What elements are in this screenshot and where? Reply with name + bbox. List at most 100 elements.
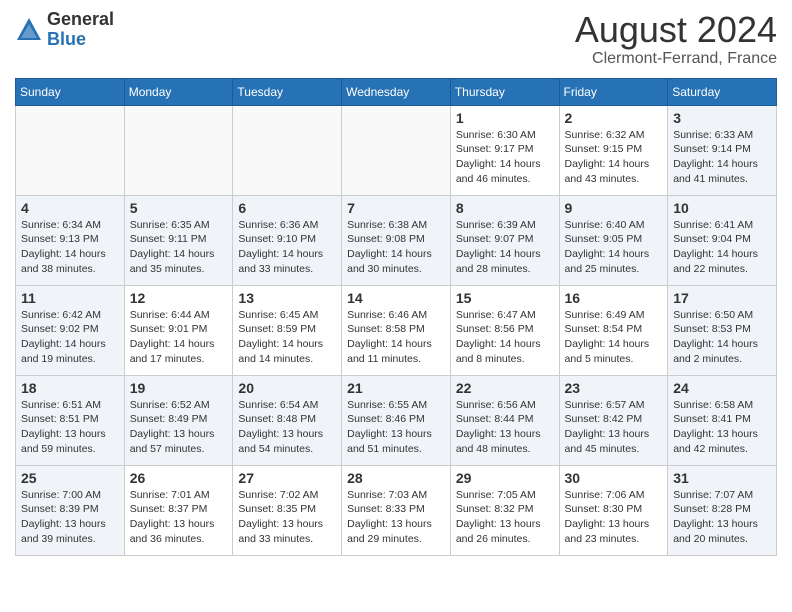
day-info: Sunrise: 7:07 AM Sunset: 8:28 PM Dayligh…	[673, 488, 771, 547]
day-info: Sunrise: 6:46 AM Sunset: 8:58 PM Dayligh…	[347, 308, 445, 367]
day-number: 1	[456, 110, 554, 126]
calendar-cell: 27 Sunrise: 7:02 AM Sunset: 8:35 PM Dayli…	[233, 465, 342, 555]
day-info: Sunrise: 7:06 AM Sunset: 8:30 PM Dayligh…	[565, 488, 663, 547]
day-info: Sunrise: 6:58 AM Sunset: 8:41 PM Dayligh…	[673, 398, 771, 457]
day-number: 28	[347, 470, 445, 486]
calendar-cell: 17Sunrise: 6:50 AM Sunset: 8:53 PM Dayli…	[668, 285, 777, 375]
calendar-cell: 11Sunrise: 6:42 AM Sunset: 9:02 PM Dayli…	[16, 285, 125, 375]
header: General Blue August 2024 Clermont-Ferran…	[15, 10, 777, 68]
day-info: Sunrise: 7:03 AM Sunset: 8:33 PM Dayligh…	[347, 488, 445, 547]
logo-blue-text: Blue	[47, 30, 114, 50]
day-number: 29	[456, 470, 554, 486]
week-row: 11Sunrise: 6:42 AM Sunset: 9:02 PM Dayli…	[16, 285, 777, 375]
calendar-cell: 2 Sunrise: 6:32 AM Sunset: 9:15 PM Daylig…	[559, 105, 668, 195]
calendar-cell: 7Sunrise: 6:38 AM Sunset: 9:08 PM Daylig…	[342, 195, 451, 285]
day-number: 8	[456, 200, 554, 216]
day-of-week-tuesday: Tuesday	[233, 78, 342, 105]
day-info: Sunrise: 7:00 AM Sunset: 8:39 PM Dayligh…	[21, 488, 119, 547]
day-number: 9	[565, 200, 663, 216]
calendar-body: 1 Sunrise: 6:30 AM Sunset: 9:17 PM Daylig…	[16, 105, 777, 555]
calendar-cell: 21 Sunrise: 6:55 AM Sunset: 8:46 PM Dayli…	[342, 375, 451, 465]
calendar-cell: 4Sunrise: 6:34 AM Sunset: 9:13 PM Daylig…	[16, 195, 125, 285]
calendar-cell	[16, 105, 125, 195]
calendar-cell: 30 Sunrise: 7:06 AM Sunset: 8:30 PM Dayli…	[559, 465, 668, 555]
calendar-cell: 14 Sunrise: 6:46 AM Sunset: 8:58 PM Dayli…	[342, 285, 451, 375]
calendar-cell: 12 Sunrise: 6:44 AM Sunset: 9:01 PM Dayli…	[124, 285, 233, 375]
day-info: Sunrise: 6:41 AM Sunset: 9:04 PM Dayligh…	[673, 218, 771, 277]
day-info: Sunrise: 6:30 AM Sunset: 9:17 PM Dayligh…	[456, 128, 554, 187]
day-info: Sunrise: 6:50 AM Sunset: 8:53 PM Dayligh…	[673, 308, 771, 367]
day-number: 14	[347, 290, 445, 306]
calendar-cell: 28 Sunrise: 7:03 AM Sunset: 8:33 PM Dayli…	[342, 465, 451, 555]
logo: General Blue	[15, 10, 114, 50]
calendar-cell: 31Sunrise: 7:07 AM Sunset: 8:28 PM Dayli…	[668, 465, 777, 555]
day-info: Sunrise: 6:32 AM Sunset: 9:15 PM Dayligh…	[565, 128, 663, 187]
calendar-cell: 8 Sunrise: 6:39 AM Sunset: 9:07 PM Daylig…	[450, 195, 559, 285]
day-number: 15	[456, 290, 554, 306]
calendar-cell: 13 Sunrise: 6:45 AM Sunset: 8:59 PM Dayli…	[233, 285, 342, 375]
day-of-week-friday: Friday	[559, 78, 668, 105]
logo-icon	[15, 16, 43, 44]
day-number: 13	[238, 290, 336, 306]
day-info: Sunrise: 6:38 AM Sunset: 9:08 PM Dayligh…	[347, 218, 445, 277]
month-year: August 2024	[575, 10, 777, 50]
day-number: 11	[21, 290, 119, 306]
day-of-week-sunday: Sunday	[16, 78, 125, 105]
day-number: 27	[238, 470, 336, 486]
days-of-week-row: SundayMondayTuesdayWednesdayThursdayFrid…	[16, 78, 777, 105]
day-info: Sunrise: 6:33 AM Sunset: 9:14 PM Dayligh…	[673, 128, 771, 187]
day-number: 10	[673, 200, 771, 216]
day-info: Sunrise: 6:44 AM Sunset: 9:01 PM Dayligh…	[130, 308, 228, 367]
day-number: 4	[21, 200, 119, 216]
calendar: SundayMondayTuesdayWednesdayThursdayFrid…	[15, 78, 777, 556]
day-info: Sunrise: 6:36 AM Sunset: 9:10 PM Dayligh…	[238, 218, 336, 277]
week-row: 4Sunrise: 6:34 AM Sunset: 9:13 PM Daylig…	[16, 195, 777, 285]
calendar-header: SundayMondayTuesdayWednesdayThursdayFrid…	[16, 78, 777, 105]
calendar-cell: 15 Sunrise: 6:47 AM Sunset: 8:56 PM Dayli…	[450, 285, 559, 375]
calendar-cell: 29Sunrise: 7:05 AM Sunset: 8:32 PM Dayli…	[450, 465, 559, 555]
day-number: 16	[565, 290, 663, 306]
calendar-cell	[342, 105, 451, 195]
day-number: 21	[347, 380, 445, 396]
day-number: 18	[21, 380, 119, 396]
logo-general-text: General	[47, 10, 114, 30]
title-area: August 2024 Clermont-Ferrand, France	[575, 10, 777, 68]
day-info: Sunrise: 7:02 AM Sunset: 8:35 PM Dayligh…	[238, 488, 336, 547]
day-info: Sunrise: 6:47 AM Sunset: 8:56 PM Dayligh…	[456, 308, 554, 367]
day-number: 5	[130, 200, 228, 216]
calendar-cell: 20Sunrise: 6:54 AM Sunset: 8:48 PM Dayli…	[233, 375, 342, 465]
day-number: 22	[456, 380, 554, 396]
city: Clermont-Ferrand, France	[575, 50, 777, 68]
day-info: Sunrise: 6:35 AM Sunset: 9:11 PM Dayligh…	[130, 218, 228, 277]
calendar-cell: 9Sunrise: 6:40 AM Sunset: 9:05 PM Daylig…	[559, 195, 668, 285]
day-info: Sunrise: 6:57 AM Sunset: 8:42 PM Dayligh…	[565, 398, 663, 457]
day-of-week-wednesday: Wednesday	[342, 78, 451, 105]
day-of-week-saturday: Saturday	[668, 78, 777, 105]
logo-text: General Blue	[47, 10, 114, 50]
day-number: 23	[565, 380, 663, 396]
day-number: 26	[130, 470, 228, 486]
day-info: Sunrise: 6:56 AM Sunset: 8:44 PM Dayligh…	[456, 398, 554, 457]
calendar-cell: 22 Sunrise: 6:56 AM Sunset: 8:44 PM Dayli…	[450, 375, 559, 465]
day-number: 2	[565, 110, 663, 126]
day-number: 6	[238, 200, 336, 216]
calendar-cell: 6 Sunrise: 6:36 AM Sunset: 9:10 PM Daylig…	[233, 195, 342, 285]
day-info: Sunrise: 6:54 AM Sunset: 8:48 PM Dayligh…	[238, 398, 336, 457]
day-info: Sunrise: 6:55 AM Sunset: 8:46 PM Dayligh…	[347, 398, 445, 457]
day-number: 19	[130, 380, 228, 396]
day-info: Sunrise: 6:49 AM Sunset: 8:54 PM Dayligh…	[565, 308, 663, 367]
calendar-cell: 18 Sunrise: 6:51 AM Sunset: 8:51 PM Dayli…	[16, 375, 125, 465]
day-info: Sunrise: 6:52 AM Sunset: 8:49 PM Dayligh…	[130, 398, 228, 457]
calendar-cell: 5 Sunrise: 6:35 AM Sunset: 9:11 PM Daylig…	[124, 195, 233, 285]
day-info: Sunrise: 6:51 AM Sunset: 8:51 PM Dayligh…	[21, 398, 119, 457]
day-number: 30	[565, 470, 663, 486]
day-info: Sunrise: 6:39 AM Sunset: 9:07 PM Dayligh…	[456, 218, 554, 277]
day-number: 12	[130, 290, 228, 306]
day-info: Sunrise: 6:45 AM Sunset: 8:59 PM Dayligh…	[238, 308, 336, 367]
calendar-cell: 1 Sunrise: 6:30 AM Sunset: 9:17 PM Daylig…	[450, 105, 559, 195]
day-number: 25	[21, 470, 119, 486]
week-row: 18 Sunrise: 6:51 AM Sunset: 8:51 PM Dayli…	[16, 375, 777, 465]
day-number: 24	[673, 380, 771, 396]
calendar-cell	[124, 105, 233, 195]
calendar-cell: 10 Sunrise: 6:41 AM Sunset: 9:04 PM Dayli…	[668, 195, 777, 285]
